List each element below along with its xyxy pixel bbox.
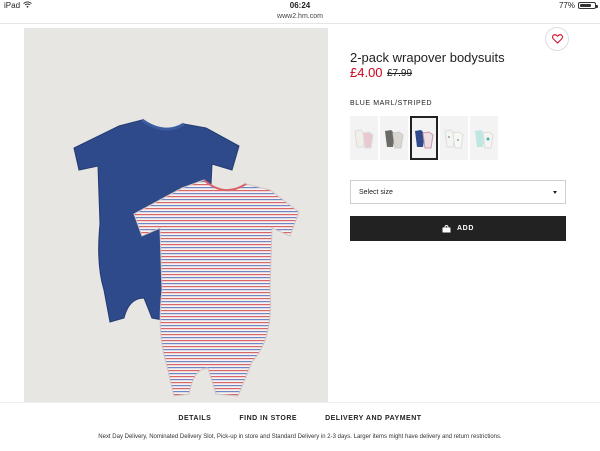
swatch-white-set-image: [354, 129, 374, 149]
bodysuits-illustration: [73, 118, 300, 397]
size-select-label: Select size: [359, 188, 393, 196]
add-button-label: ADD: [457, 225, 474, 232]
color-name: BLUE MARL/STRIPED: [350, 100, 433, 107]
battery-icon: [578, 2, 598, 9]
wishlist-button[interactable]: [545, 27, 569, 51]
bag-icon: [442, 224, 451, 232]
swatch-blue-marl-striped[interactable]: [410, 116, 438, 160]
tab-delivery-and-payment[interactable]: DELIVERY AND PAYMENT: [325, 415, 421, 422]
swatch-white-print-image: [444, 129, 464, 149]
color-swatches: [350, 116, 498, 160]
battery-percent: 77%: [558, 1, 575, 10]
swatch-grey-set[interactable]: [380, 116, 408, 160]
swatch-grey-set-image: [385, 130, 404, 149]
status-bar: iPad 06:24 77%: [0, 0, 600, 12]
swatch-mint-print[interactable]: [470, 116, 498, 160]
tab-details[interactable]: DETAILS: [178, 415, 211, 422]
swatch-white-set[interactable]: [350, 116, 378, 160]
swatch-white-print[interactable]: [440, 116, 468, 160]
url-bar[interactable]: www2.hm.com: [0, 13, 600, 20]
swatch-blue-marl-striped-image: [415, 130, 434, 149]
product-title: 2-pack wrapover bodysuits: [350, 50, 505, 65]
add-to-bag-button[interactable]: ADD: [350, 216, 566, 241]
delivery-note: Next Day Delivery, Nominated Delivery Sl…: [98, 434, 502, 440]
bottom-section: DETAILS FIND IN STORE DELIVERY AND PAYME…: [0, 402, 600, 451]
tab-find-in-store[interactable]: FIND IN STORE: [239, 415, 297, 422]
info-tabs: DETAILS FIND IN STORE DELIVERY AND PAYME…: [0, 415, 600, 422]
product-price: £4.00: [350, 65, 383, 80]
divider: [0, 23, 600, 24]
caret-down-icon: [553, 190, 557, 194]
size-select[interactable]: Select size: [350, 180, 566, 204]
product-old-price: £7.99: [387, 68, 413, 79]
heart-icon: [551, 34, 563, 44]
swatch-mint-print-image: [475, 130, 494, 149]
status-right: 77%: [558, 1, 598, 10]
product-image[interactable]: [24, 28, 328, 402]
clock: 06:24: [289, 1, 311, 10]
